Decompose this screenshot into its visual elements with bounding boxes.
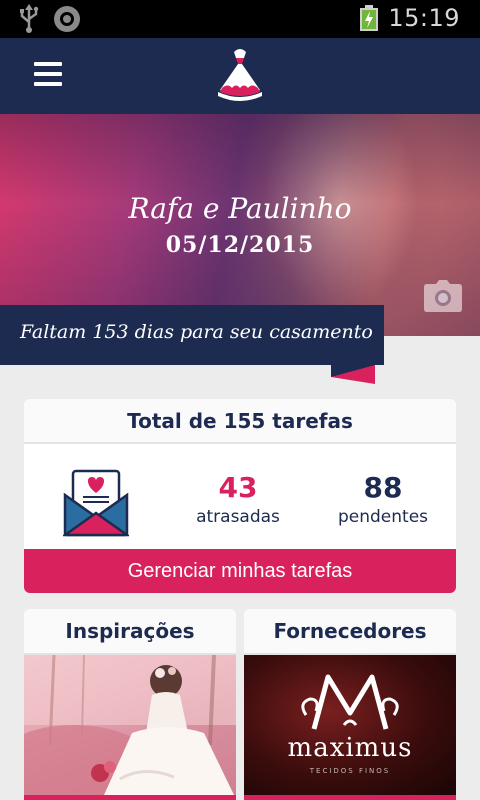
status-bar-notifications [18,4,80,34]
supplier-brand-name: maximus [287,733,413,763]
maximus-logo-icon [301,674,399,730]
inspiracoes-photo [24,655,236,795]
notification-icon [54,6,80,32]
battery-charging-icon [360,5,379,31]
fornecedores-card-strip [244,795,456,800]
inspiracoes-card-strip [24,795,236,800]
late-tasks-count: 43 [218,471,258,504]
bride-illustration [24,655,236,795]
ribbon-fold [331,365,375,384]
fornecedores-card[interactable]: Fornecedores maximus TECIDOS FINOS [244,609,456,800]
wedding-date: 05/12/2015 [165,232,315,258]
love-letter-envelope-icon [63,469,129,537]
tasks-summary-card: Total de 155 tarefas 43 atrasadas 88 pen… [24,399,456,593]
app-bar [0,38,480,114]
pending-tasks-label: pendentes [337,507,429,527]
countdown-banner: Faltam 153 dias para seu casamento [0,305,384,365]
status-bar: 15:19 [0,0,480,38]
status-bar-system: 15:19 [360,4,460,32]
hamburger-menu-icon[interactable] [34,62,62,86]
inspiracoes-title: Inspirações [24,609,236,655]
couple-names: Rafa e Paulinho [128,192,352,225]
hero-photo: Rafa e Paulinho 05/12/2015 [0,114,480,336]
late-tasks-stat[interactable]: 43 atrasadas [188,471,288,529]
status-clock: 15:19 [388,4,460,32]
fornecedores-title: Fornecedores [244,609,456,655]
camera-icon[interactable] [424,280,462,312]
late-tasks-label: atrasadas [196,507,280,527]
manage-tasks-button[interactable]: Gerenciar minhas tarefas [24,549,456,593]
pending-tasks-stat[interactable]: 88 pendentes [328,471,438,529]
inspiracoes-card[interactable]: Inspirações [24,609,236,800]
fornecedores-photo: maximus TECIDOS FINOS [244,655,456,795]
usb-icon [20,4,39,33]
wedding-dress-logo-icon [218,49,262,101]
countdown-text: Faltam 153 dias para seu casamento [20,321,373,343]
supplier-brand-subtitle: TECIDOS FINOS [309,767,391,775]
pending-tasks-count: 88 [363,471,403,504]
tasks-total-title: Total de 155 tarefas [24,399,456,444]
